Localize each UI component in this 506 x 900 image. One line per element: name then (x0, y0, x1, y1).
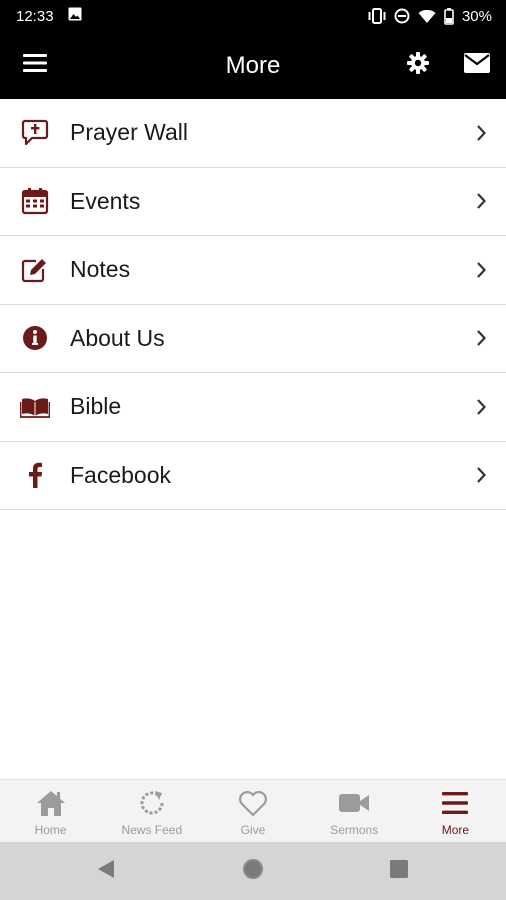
image-notification-icon (68, 7, 82, 26)
chevron-right-icon (456, 124, 506, 142)
system-back-button[interactable] (76, 842, 136, 900)
calendar-icon (0, 168, 70, 236)
menu-item-about-us[interactable]: About Us (0, 305, 506, 373)
tab-news-feed[interactable]: News Feed (101, 780, 202, 842)
menu-item-label: Bible (70, 393, 122, 420)
tab-label: More (441, 823, 470, 837)
home-circle-icon (242, 858, 264, 885)
facebook-icon (0, 442, 70, 510)
tab-sermons[interactable]: Sermons (304, 780, 405, 842)
system-home-button[interactable] (223, 842, 283, 900)
home-icon (36, 788, 66, 818)
video-camera-icon (338, 788, 370, 818)
menu-item-label: Events (70, 187, 141, 214)
do-not-disturb-icon (394, 8, 410, 24)
prayer-bubble-icon (0, 99, 70, 167)
tab-label: News Feed (121, 823, 183, 837)
chevron-right-icon (456, 192, 506, 210)
tab-label: Give (240, 823, 266, 837)
settings-button[interactable] (394, 32, 442, 99)
wifi-icon (418, 9, 436, 24)
status-bar: 12:33 30% (0, 0, 506, 32)
gear-icon (406, 51, 430, 80)
recents-square-icon (390, 859, 408, 883)
tab-label: Home (34, 823, 67, 837)
menu-item-prayer-wall[interactable]: Prayer Wall (0, 99, 506, 168)
menu-item-label: Facebook (70, 461, 172, 488)
tab-more[interactable]: More (405, 780, 506, 842)
menu-button[interactable] (11, 32, 59, 99)
refresh-icon (137, 788, 167, 818)
tab-home[interactable]: Home (0, 780, 101, 842)
chevron-right-icon (456, 329, 506, 347)
messages-button[interactable] (453, 32, 501, 99)
chevron-right-icon (456, 466, 506, 484)
menu-item-label: About Us (70, 324, 165, 351)
chevron-right-icon (456, 398, 506, 416)
vibrate-icon (368, 8, 386, 24)
battery-percent: 30% (461, 7, 492, 25)
battery-icon (444, 7, 454, 25)
menu-item-notes[interactable]: Notes (0, 236, 506, 305)
edit-icon (0, 236, 70, 304)
book-icon (0, 373, 70, 441)
menu-item-facebook[interactable]: Facebook (0, 442, 506, 510)
bars-icon (442, 788, 469, 818)
menu-item-bible[interactable]: Bible (0, 373, 506, 442)
status-time: 12:33 (16, 7, 54, 25)
envelope-icon (464, 53, 490, 78)
hamburger-icon (23, 53, 47, 78)
menu-item-label: Notes (70, 256, 131, 283)
heart-icon (238, 788, 268, 818)
more-menu-list: Prayer Wall Events Notes About Us Bible … (0, 99, 506, 510)
menu-item-events[interactable]: Events (0, 168, 506, 236)
menu-item-label: Prayer Wall (70, 119, 188, 146)
app-bar: More (0, 32, 506, 99)
system-recents-button[interactable] (369, 842, 429, 900)
tab-give[interactable]: Give (202, 780, 303, 842)
info-icon (0, 305, 70, 373)
chevron-right-icon (456, 261, 506, 279)
back-triangle-icon (97, 859, 115, 884)
tab-label: Sermons (330, 823, 379, 837)
bottom-tab-bar: Home News Feed Give Sermons More (0, 779, 506, 842)
system-nav-bar (0, 842, 506, 900)
